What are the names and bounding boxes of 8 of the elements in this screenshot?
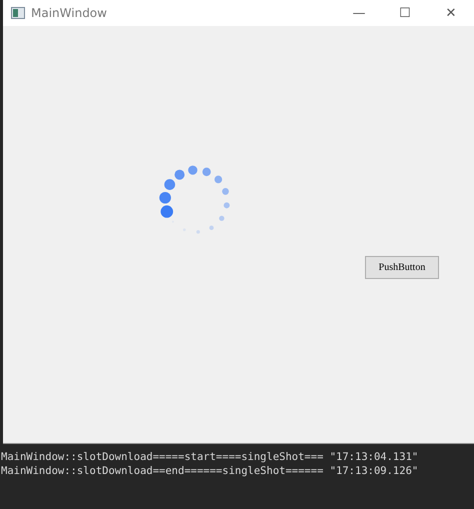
console-line: MainWindow::slotDownload==end======singleShot====== "17:13:09.126" xyxy=(1,464,420,478)
close-button[interactable]: ✕ xyxy=(428,0,474,26)
maximize-button[interactable]: ☐ xyxy=(382,0,428,26)
console-line: MainWindow::slotDownload=====start====singleShot=== "17:13:04.131" xyxy=(1,450,420,464)
minimize-button[interactable]: — xyxy=(336,0,382,26)
window-title: MainWindow xyxy=(31,6,107,20)
push-button[interactable]: PushButton xyxy=(365,256,439,279)
app-icon xyxy=(11,7,25,19)
